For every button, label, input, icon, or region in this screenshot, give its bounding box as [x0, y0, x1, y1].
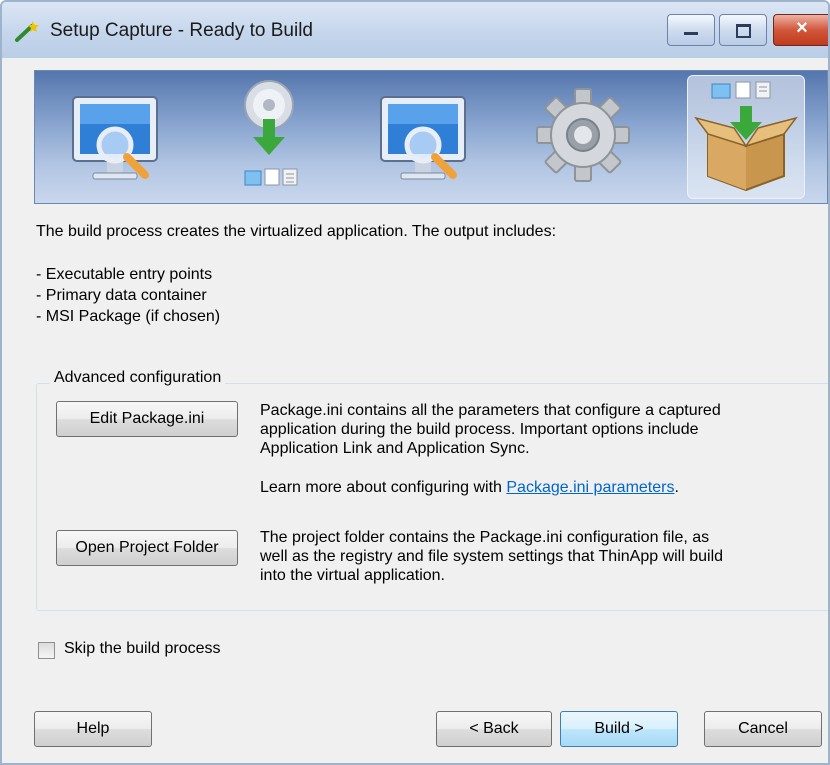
intro-text: The build process creates the virtualize… [36, 223, 557, 240]
edit-package-ini-button[interactable]: Edit Package.ini [56, 401, 238, 437]
step-monitor-icon [59, 75, 175, 197]
list-item: - Primary data container [36, 287, 207, 304]
learn-more-text: Learn more about configuring with Packag… [260, 478, 679, 497]
title-bar: Setup Capture - Ready to Build × [2, 2, 828, 58]
learn-more-suffix: . [674, 479, 679, 496]
build-button[interactable]: Build > [560, 711, 678, 747]
maximize-button[interactable] [719, 14, 767, 46]
step-monitor-icon [367, 75, 483, 197]
description-line: The project folder contains the Package.… [260, 529, 710, 546]
wizard-content: The build process creates the virtualize… [12, 58, 828, 763]
package-ini-parameters-link[interactable]: Package.ini parameters [506, 479, 674, 496]
wizard-steps-banner [34, 70, 828, 204]
close-button[interactable]: × [773, 14, 828, 46]
back-button[interactable]: < Back [436, 711, 552, 747]
open-project-folder-description: The project folder contains the Package.… [260, 528, 723, 585]
help-button[interactable]: Help [34, 711, 152, 747]
description-line: Application Link and Application Sync. [260, 440, 530, 457]
description-line: well as the registry and file system set… [260, 548, 724, 565]
minimize-icon [684, 32, 698, 35]
maximize-icon [736, 24, 751, 38]
step-package-box-icon [687, 75, 805, 199]
cancel-button[interactable]: Cancel [704, 711, 822, 747]
skip-build-checkbox[interactable] [38, 642, 55, 659]
open-project-folder-button[interactable]: Open Project Folder [56, 530, 238, 566]
output-list: - Executable entry points - Primary data… [36, 264, 220, 327]
setup-capture-window: Setup Capture - Ready to Build × The bui… [0, 0, 830, 765]
edit-package-ini-description: Package.ini contains all the parameters … [260, 401, 721, 458]
skip-build-label[interactable]: Skip the build process [64, 640, 221, 658]
learn-more-prefix: Learn more about configuring with [260, 479, 507, 496]
minimize-button[interactable] [667, 14, 715, 46]
list-item: - Executable entry points [36, 266, 213, 283]
list-item: - MSI Package (if chosen) [36, 308, 221, 325]
description-line: Package.ini contains all the parameters … [260, 402, 721, 419]
step-disc-install-icon [211, 75, 327, 197]
step-gear-icon [525, 75, 641, 197]
window-title: Setup Capture - Ready to Build [50, 20, 313, 41]
description-line: application during the build process. Im… [260, 421, 699, 438]
close-icon: × [796, 17, 808, 39]
advanced-configuration-legend: Advanced configuration [50, 369, 226, 387]
description-line: into the virtual application. [260, 567, 445, 584]
thinapp-wand-icon [15, 21, 39, 42]
